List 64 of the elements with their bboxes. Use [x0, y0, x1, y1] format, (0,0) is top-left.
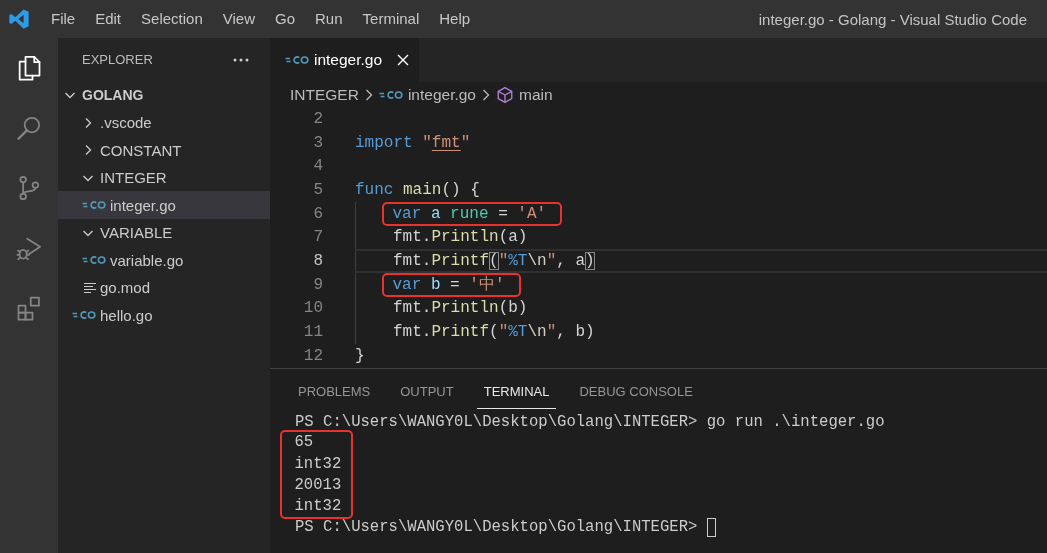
- line-number: 10: [302, 298, 323, 319]
- line-number: 12: [302, 345, 323, 366]
- tree-item[interactable]: .vscode: [58, 108, 270, 137]
- file-type-icon: [285, 54, 309, 66]
- menu-item[interactable]: File: [41, 7, 86, 31]
- breadcrumb-item[interactable]: integer.go: [378, 85, 476, 104]
- breadcrumb-item[interactable]: main: [496, 85, 553, 104]
- terminal-line: int32: [294, 453, 342, 475]
- file-type-icon: [378, 88, 403, 101]
- tree-item[interactable]: go.mod: [58, 273, 270, 302]
- text-file-icon: [84, 281, 96, 294]
- close-icon[interactable]: [397, 54, 410, 66]
- code-line: fmt.Printf("%T\n", b): [393, 322, 595, 344]
- panel-tab[interactable]: OUTPUT: [393, 375, 461, 409]
- code-line: fmt.Println(b): [393, 298, 528, 320]
- terminal-line: int32: [294, 495, 342, 517]
- workspace-header[interactable]: GOLANG: [58, 81, 270, 109]
- menu-item[interactable]: Run: [305, 7, 353, 31]
- tree-item[interactable]: VARIABLE: [58, 218, 270, 247]
- line-number: 8: [312, 250, 323, 271]
- menu-item[interactable]: Edit: [85, 7, 132, 31]
- sidebar-title: EXPLORER: [82, 52, 153, 68]
- tree-item[interactable]: hello.go: [58, 301, 270, 329]
- menu-item[interactable]: Terminal: [352, 7, 430, 31]
- app-logo-icon: [8, 8, 30, 30]
- menu-item[interactable]: View: [212, 7, 265, 31]
- line-number: 4: [312, 156, 323, 177]
- file-type-icon: [82, 199, 106, 211]
- search-icon[interactable]: [15, 114, 43, 142]
- menu-item[interactable]: Help: [429, 7, 481, 31]
- window-title: integer.go - Golang - Visual Studio Code: [758, 10, 1028, 28]
- line-number: 6: [312, 203, 323, 224]
- terminal-line: 65: [294, 432, 314, 454]
- panel-tab[interactable]: PROBLEMS: [291, 375, 378, 409]
- file-type-icon: [72, 309, 96, 321]
- extensions-icon[interactable]: [15, 294, 43, 322]
- breadcrumb-item[interactable]: INTEGER: [290, 85, 359, 104]
- terminal-line: PS C:\Users\WANGY0L\Desktop\Golang\INTEGER>: [295, 516, 698, 538]
- tree-item[interactable]: INTEGER: [58, 163, 270, 192]
- file-type-icon: [82, 254, 106, 266]
- cube-icon: [496, 85, 514, 104]
- more-icon[interactable]: [233, 57, 249, 62]
- line-number: 2: [312, 108, 323, 129]
- tree-item[interactable]: variable.go: [58, 246, 270, 274]
- panel-tab[interactable]: TERMINAL: [476, 375, 557, 409]
- code-line: fmt.Println(a): [393, 227, 528, 249]
- editor-tab[interactable]: integer.go: [270, 38, 420, 82]
- chevron-right-icon: [482, 87, 490, 102]
- code-line: }: [355, 345, 365, 367]
- terminal-line: 20013: [294, 474, 342, 496]
- tree-item[interactable]: CONSTANT: [58, 136, 270, 164]
- panel-tab[interactable]: DEBUG CONSOLE: [572, 375, 700, 409]
- tree-item[interactable]: integer.go: [58, 191, 270, 219]
- line-number: 7: [312, 227, 323, 248]
- terminal-line: PS C:\Users\WANGY0L\Desktop\Golang\INTEGER> go run .\integer.go: [295, 411, 885, 433]
- line-number: 11: [302, 322, 323, 343]
- line-number: 9: [312, 274, 323, 295]
- line-number: 3: [312, 132, 323, 153]
- menu-item[interactable]: Go: [265, 7, 305, 31]
- line-number: 5: [312, 179, 323, 200]
- code-line: import "fmt": [355, 132, 471, 154]
- code-line: func main() {: [355, 179, 480, 201]
- menu-item[interactable]: Selection: [131, 7, 213, 31]
- chevron-right-icon: [364, 87, 373, 102]
